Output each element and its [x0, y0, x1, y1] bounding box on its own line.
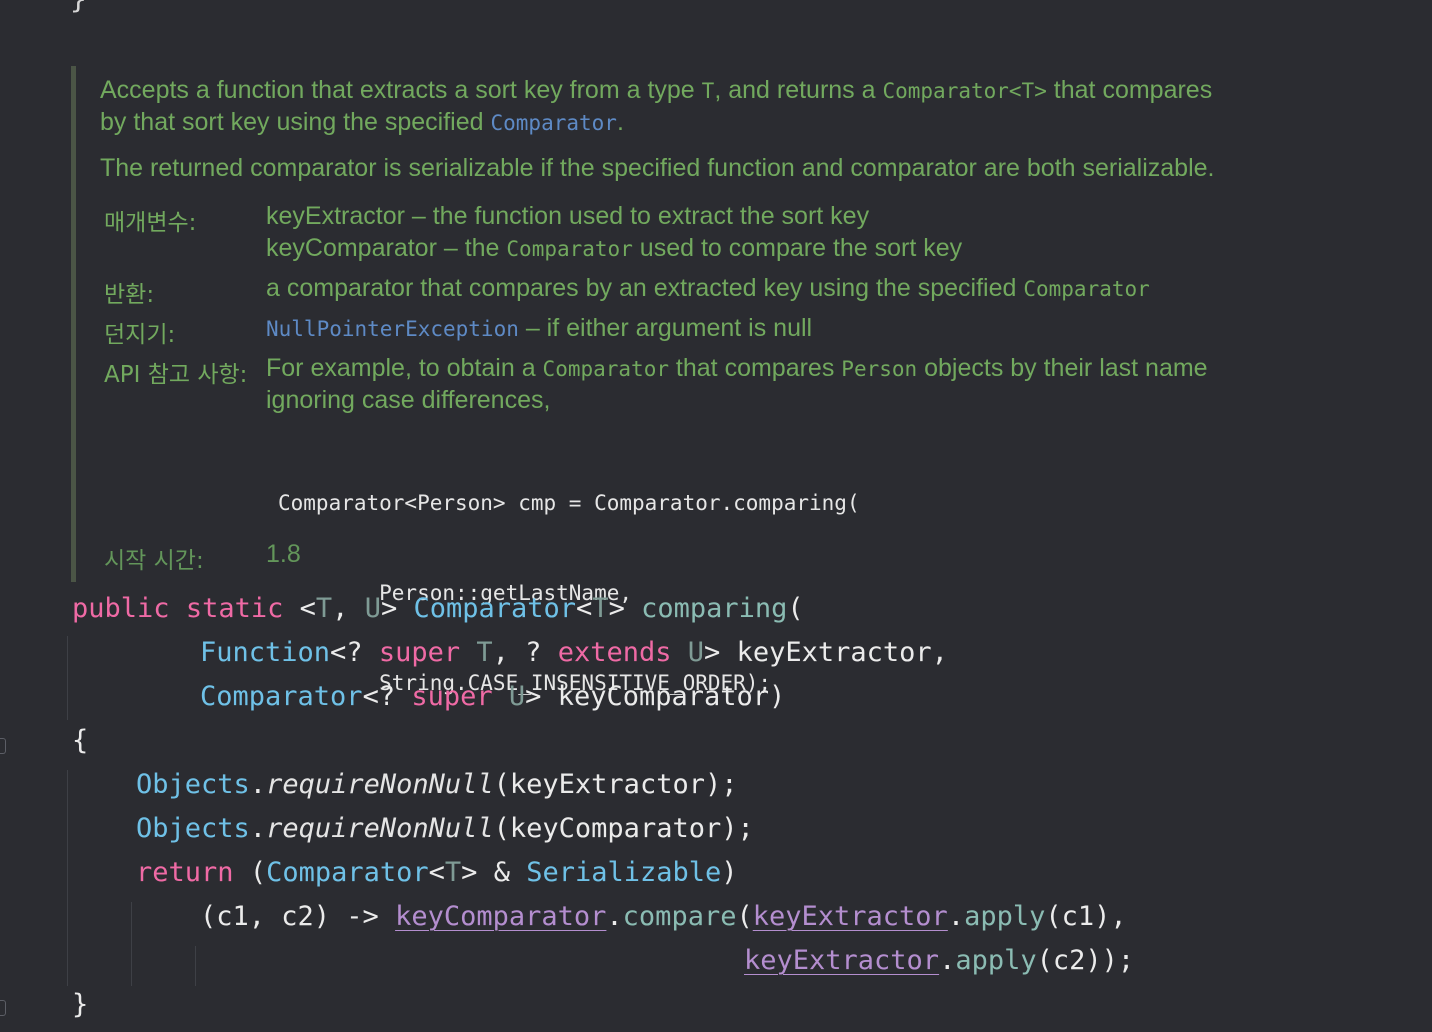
since-label: 시작 시간: — [104, 548, 204, 574]
doc-serializable-note: The returned comparator is serializable … — [100, 154, 1215, 182]
returns-label: 반환: — [104, 282, 155, 308]
fold-marker-icon[interactable] — [0, 1000, 6, 1016]
fold-marker-icon[interactable] — [0, 738, 6, 754]
nullpointerexception-link[interactable]: NullPointerException — [266, 317, 519, 341]
example-line: Comparator<Person> cmp = Comparator.comp… — [278, 491, 860, 515]
code-line-close-brace[interactable]: } — [72, 989, 88, 1020]
apinote-label: API 참고 사항: — [104, 362, 248, 388]
code-line-require-keyExtractor[interactable]: Objects.requireNonNull(keyExtractor); — [136, 769, 737, 800]
indent-guide — [67, 770, 68, 986]
indent-guide — [131, 902, 132, 986]
code-line-return[interactable]: return (Comparator<T> & Serializable) — [136, 857, 738, 888]
code-line-lambda[interactable]: (c1, c2) -> keyComparator.compare(keyExt… — [200, 901, 1127, 932]
param-keyComparator: keyComparator – the Comparator used to c… — [266, 234, 963, 262]
doc-summary-line-1: Accepts a function that extracts a sort … — [100, 76, 1213, 104]
code-line-require-keyComparator[interactable]: Objects.requireNonNull(keyComparator); — [136, 813, 754, 844]
code-line-param-keyExtractor[interactable]: Function<? super T, ? extends U> keyExtr… — [200, 637, 948, 668]
previous-closing-brace: } — [70, 0, 87, 15]
returns-text: a comparator that compares by an extract… — [266, 274, 1150, 302]
indent-guide — [195, 946, 196, 986]
params-label: 매개변수: — [104, 210, 197, 236]
apinote-line-2: ignoring case differences, — [266, 386, 551, 414]
doc-comment-bar — [71, 66, 76, 582]
since-value: 1.8 — [266, 540, 301, 568]
code-line-open-brace[interactable]: { — [72, 725, 88, 756]
code-line-signature[interactable]: public static <T, U> Comparator<T> compa… — [72, 593, 804, 624]
indent-guide — [67, 636, 68, 720]
throws-text: NullPointerException – if either argumen… — [266, 314, 813, 342]
apinote-line-1: For example, to obtain a Comparator that… — [266, 354, 1208, 382]
comparator-link[interactable]: Comparator — [491, 111, 617, 135]
throws-label: 던지기: — [104, 322, 176, 348]
code-line-lambda-continuation[interactable]: keyExtractor.apply(c2)); — [744, 945, 1134, 976]
code-line-param-keyComparator[interactable]: Comparator<? super U> keyComparator) — [200, 681, 785, 712]
doc-summary-line-2: by that sort key using the specified Com… — [100, 108, 624, 136]
param-keyExtractor: keyExtractor – the function used to extr… — [266, 202, 870, 230]
